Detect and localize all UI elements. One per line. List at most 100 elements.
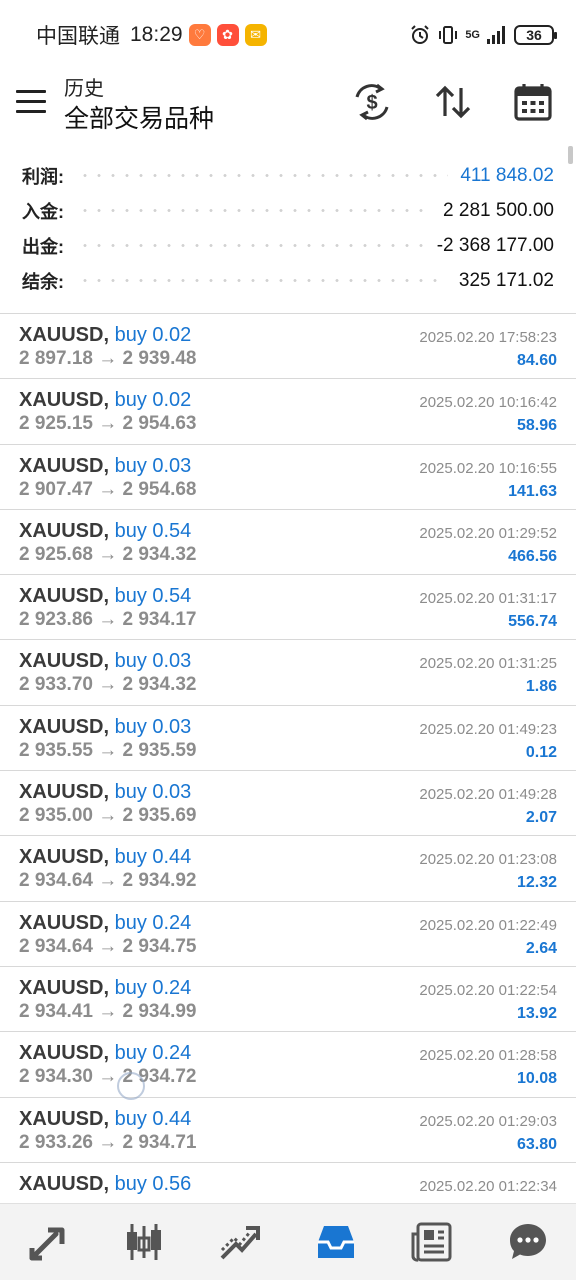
trade-side-volume: buy 0.03 — [114, 781, 192, 804]
network-type: 5G — [465, 28, 480, 41]
nav-quotes[interactable] — [0, 1204, 96, 1280]
trade-row[interactable]: XAUUSD, buy 0.24 2 934.41 → 2 934.99 2025.… — [0, 967, 576, 1033]
trade-datetime: 2025.02.20 01:23:08 — [419, 851, 557, 869]
nav-history[interactable] — [288, 1204, 384, 1280]
trade-side-volume: buy 0.44 — [114, 1107, 192, 1130]
trade-row[interactable]: XAUUSD, buy 0.03 2 935.00 → 2 935.69 2025.… — [0, 771, 576, 837]
trade-symbol: XAUUSD, buy 0.02 — [19, 389, 191, 412]
trade-symbol-name: XAUUSD, — [19, 976, 110, 999]
trade-profit: 13.92 — [516, 1004, 557, 1022]
nav-news[interactable] — [384, 1204, 480, 1280]
trade-datetime: 2025.02.20 01:49:28 — [419, 786, 557, 804]
page-title: 历史 — [64, 78, 104, 100]
trade-symbol-name: XAUUSD, — [19, 324, 110, 346]
trade-prices: 2 897.18 → 2 939.48 — [19, 348, 197, 369]
nav-chat[interactable] — [480, 1204, 576, 1280]
trade-side-volume: buy 0.03 — [114, 715, 192, 738]
trade-symbol-name: XAUUSD, — [19, 715, 110, 738]
trade-symbol: XAUUSD, buy 0.02 — [19, 324, 191, 347]
pinduoduo-notification-icon: ✿ — [216, 24, 239, 46]
trade-row[interactable]: XAUUSD, buy 0.54 2 923.86 → 2 934.17 2025.… — [0, 575, 576, 641]
trade-profit: 2.07 — [525, 809, 557, 827]
vibrate-icon — [439, 26, 458, 44]
trade-history-list[interactable]: XAUUSD, buy 0.02 2 897.18 → 2 939.48 2025.… — [0, 314, 576, 1204]
summary-value: 2 281 500.00 — [443, 199, 554, 221]
message-notification-icon: ✉ — [244, 24, 267, 46]
account-summary: 利润: 411 848.02 入金: 2 281 500.00 出金: -2 3… — [0, 158, 576, 298]
nav-trade[interactable] — [192, 1204, 288, 1280]
trade-profit: 466.56 — [508, 547, 557, 565]
trade-profit: 1.86 — [525, 678, 557, 696]
trade-symbol: XAUUSD, buy 0.44 — [19, 846, 191, 869]
trade-row[interactable]: XAUUSD, buy 0.44 2 934.64 → 2 934.92 2025.… — [0, 836, 576, 902]
summary-label: 出金: — [22, 236, 64, 257]
dotted-leader — [78, 209, 432, 212]
dotted-leader — [78, 174, 449, 177]
trade-symbol-name: XAUUSD, — [19, 1107, 110, 1130]
trade-symbol-name: XAUUSD, — [19, 389, 110, 412]
trade-symbol-name: XAUUSD, — [19, 519, 110, 542]
trade-row[interactable]: XAUUSD, buy 0.44 2 933.26 → 2 934.71 2025.… — [0, 1098, 576, 1163]
trade-side-volume: buy 0.54 — [114, 519, 192, 542]
trade-symbol: XAUUSD, buy 0.56 — [19, 1173, 191, 1196]
trade-symbol-name: XAUUSD, — [19, 454, 110, 477]
trade-row[interactable]: XAUUSD, buy 0.02 2 925.15 → 2 954.63 2025.… — [0, 379, 576, 445]
quotes-icon — [29, 1227, 65, 1261]
summary-label: 入金: — [22, 201, 64, 222]
trade-side-volume: buy 0.03 — [114, 650, 192, 673]
trade-symbol: XAUUSD, buy 0.24 — [19, 1042, 191, 1065]
trade-symbol-name: XAUUSD, — [19, 1042, 110, 1065]
trade-side-volume: buy 0.24 — [114, 1042, 192, 1065]
trade-row[interactable]: XAUUSD, buy 0.54 2 925.68 → 2 934.32 2025.… — [0, 510, 576, 576]
symbol-filter[interactable]: 全部交易品种 — [64, 99, 214, 135]
trade-row[interactable]: XAUUSD, buy 0.03 2 935.55 → 2 935.59 2025.… — [0, 706, 576, 772]
trade-side-volume: buy 0.02 — [114, 389, 192, 412]
trade-side-volume: buy 0.54 — [114, 585, 192, 608]
trade-prices: 2 934.64 → 2 934.75 — [19, 935, 197, 957]
trade-profit: 141.63 — [508, 482, 557, 500]
trade-icon — [220, 1226, 260, 1260]
trade-row[interactable]: XAUUSD, buy 0.03 2 933.70 → 2 934.32 2025.… — [0, 640, 576, 706]
summary-label: 利润: — [22, 166, 64, 187]
trade-symbol: XAUUSD, buy 0.03 — [19, 455, 191, 478]
trade-prices: 2 933.26 → 2 934.71 — [19, 1131, 197, 1153]
status-bar: 中国联通 18:29 ♡ ✿ ✉ 5G 36 — [0, 0, 576, 70]
trade-prices: 2 925.68 → 2 934.32 — [19, 543, 197, 565]
trade-prices: 2 925.15 → 2 954.63 — [19, 413, 197, 435]
news-icon — [411, 1222, 452, 1262]
svg-text:$: $ — [366, 92, 377, 114]
taobao-notification-icon: ♡ — [188, 24, 211, 46]
trade-prices: 2 907.47 → 2 954.68 — [19, 478, 197, 500]
trade-datetime: 2025.02.20 01:29:03 — [419, 1112, 557, 1130]
trade-side-volume: buy 0.44 — [114, 846, 192, 869]
trade-row[interactable]: XAUUSD, buy 0.24 2 934.30 → 2 934.72 2025.… — [0, 1032, 576, 1098]
trade-row[interactable]: XAUUSD, buy 0.24 2 934.64 → 2 934.75 2025.… — [0, 902, 576, 967]
sort-icon[interactable] — [431, 80, 475, 124]
trade-profit: 12.32 — [516, 874, 557, 892]
dotted-leader — [78, 279, 447, 282]
trade-symbol: XAUUSD, buy 0.44 — [19, 1108, 191, 1131]
menu-button[interactable] — [16, 90, 46, 114]
nav-chart[interactable] — [96, 1204, 192, 1280]
deposit-filter-icon[interactable]: $ — [350, 80, 394, 124]
signal-icon — [487, 26, 505, 44]
chat-icon — [510, 1224, 546, 1259]
trade-symbol-name: XAUUSD, — [19, 650, 110, 673]
trade-profit: 63.80 — [516, 1135, 557, 1153]
trade-side-volume: buy 0.02 — [114, 324, 192, 346]
trade-side-volume: buy 0.03 — [114, 454, 192, 477]
trade-prices: 2 935.00 → 2 935.69 — [19, 805, 197, 827]
trade-row[interactable]: XAUUSD, buy 0.03 2 907.47 → 2 954.68 2025.… — [0, 445, 576, 510]
summary-row-deposit: 入金: 2 281 500.00 — [0, 193, 576, 228]
calendar-icon[interactable] — [511, 80, 555, 124]
trade-side-volume: buy 0.24 — [114, 976, 192, 999]
summary-value: -2 368 177.00 — [436, 234, 554, 256]
trade-datetime: 2025.02.20 01:22:49 — [419, 916, 557, 934]
trade-symbol: XAUUSD, buy 0.03 — [19, 781, 191, 804]
summary-value: 325 171.02 — [458, 269, 554, 291]
trade-row[interactable]: XAUUSD, buy 0.02 2 897.18 → 2 939.48 2025.… — [0, 314, 576, 380]
trade-profit: 556.74 — [508, 613, 557, 631]
trade-profit: 84.60 — [516, 352, 557, 369]
trade-datetime: 2025.02.20 01:28:58 — [419, 1047, 557, 1065]
trade-row[interactable]: XAUUSD, buy 0.56 2025.02.20 01:22:34 — [0, 1163, 576, 1204]
